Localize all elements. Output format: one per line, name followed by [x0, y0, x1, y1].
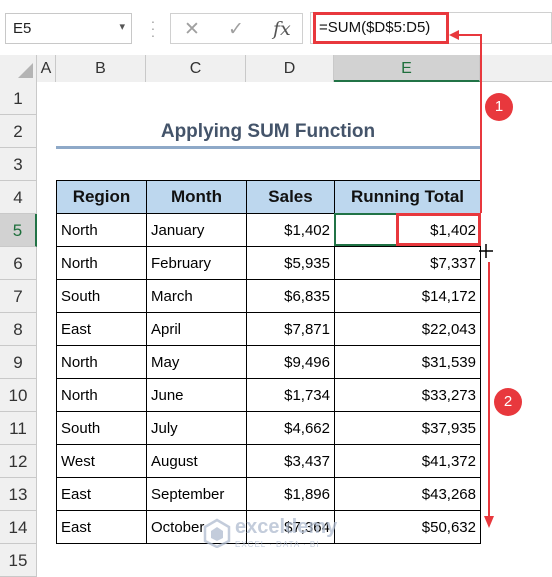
region-cell[interactable]: North [56, 213, 147, 247]
formula-buttons: ✕ ✓ fx [170, 13, 303, 44]
header-sales[interactable]: Sales [246, 180, 335, 214]
month-cell[interactable]: January [146, 213, 247, 247]
table-row: East April $7,871 $22,043 [56, 312, 481, 346]
column-header-e[interactable]: E [334, 55, 480, 82]
formula-highlight-box [313, 12, 449, 44]
resize-handle-icon[interactable]: · · · [145, 14, 161, 42]
region-cell[interactable]: North [56, 378, 147, 412]
row-header-1[interactable]: 1 [0, 82, 37, 115]
insert-function-icon[interactable]: fx [273, 18, 291, 40]
table-row: South July $4,662 $37,935 [56, 411, 481, 445]
region-cell[interactable]: West [56, 444, 147, 478]
month-cell[interactable]: September [146, 477, 247, 511]
header-row: Region Month Sales Running Total [56, 180, 481, 214]
running-total-cell[interactable]: $37,935 [334, 411, 481, 445]
cancel-icon[interactable]: ✕ [184, 18, 200, 41]
row-header-5[interactable]: 5 [0, 214, 37, 247]
fill-handle-cursor-icon [479, 244, 493, 258]
sales-cell[interactable]: $6,835 [246, 279, 335, 313]
name-box-value: E5 [13, 20, 32, 37]
month-cell[interactable]: August [146, 444, 247, 478]
column-header-c[interactable]: C [146, 55, 246, 82]
column-header-d[interactable]: D [246, 55, 334, 82]
running-total-cell[interactable]: $7,337 [334, 246, 481, 280]
step-badge-1: 1 [485, 93, 513, 121]
select-all-corner[interactable] [0, 55, 37, 82]
sales-cell[interactable]: $1,402 [246, 213, 335, 247]
row-header-13[interactable]: 13 [0, 478, 37, 511]
month-cell[interactable]: June [146, 378, 247, 412]
row-header-15[interactable]: 15 [0, 544, 37, 577]
region-cell[interactable]: East [56, 312, 147, 346]
column-header-b[interactable]: B [56, 55, 146, 82]
exceldemy-logo-icon [203, 518, 231, 548]
name-box[interactable]: E5 ▾ [5, 13, 132, 44]
row-header-14[interactable]: 14 [0, 511, 37, 544]
row-header-3[interactable]: 3 [0, 148, 37, 181]
sales-cell[interactable]: $5,935 [246, 246, 335, 280]
row-header-6[interactable]: 6 [0, 247, 37, 280]
running-total-cell[interactable]: $43,268 [334, 477, 481, 511]
step-badge-2: 2 [494, 388, 522, 416]
sales-cell[interactable]: $3,437 [246, 444, 335, 478]
row-header-9[interactable]: 9 [0, 346, 37, 379]
title-underline [56, 146, 480, 149]
row-header-7[interactable]: 7 [0, 280, 37, 313]
sales-cell[interactable]: $4,662 [246, 411, 335, 445]
running-total-cell[interactable]: $41,372 [334, 444, 481, 478]
sales-cell[interactable]: $9,496 [246, 345, 335, 379]
region-cell[interactable]: East [56, 510, 147, 544]
chevron-down-icon[interactable]: ▾ [119, 20, 125, 33]
table-row: East September $1,896 $43,268 [56, 477, 481, 511]
month-cell[interactable]: February [146, 246, 247, 280]
running-total-cell[interactable]: $14,172 [334, 279, 481, 313]
running-total-cell[interactable]: $22,043 [334, 312, 481, 346]
header-running-total[interactable]: Running Total [334, 180, 481, 214]
table-row: North May $9,496 $31,539 [56, 345, 481, 379]
highlight-box-e5 [396, 213, 481, 246]
running-total-cell[interactable]: $50,632 [334, 510, 481, 544]
header-region[interactable]: Region [56, 180, 147, 214]
sales-cell[interactable]: $7,871 [246, 312, 335, 346]
month-cell[interactable]: May [146, 345, 247, 379]
month-cell[interactable]: July [146, 411, 247, 445]
watermark-tagline: EXCEL · DATA · BI [235, 540, 320, 549]
running-total-cell[interactable]: $33,273 [334, 378, 481, 412]
table-row: West August $3,437 $41,372 [56, 444, 481, 478]
region-cell[interactable]: North [56, 345, 147, 379]
row-header-2[interactable]: 2 [0, 115, 37, 148]
table-row: North February $5,935 $7,337 [56, 246, 481, 280]
region-cell[interactable]: East [56, 477, 147, 511]
sales-cell[interactable]: $1,734 [246, 378, 335, 412]
table-row: North June $1,734 $33,273 [56, 378, 481, 412]
row-header-11[interactable]: 11 [0, 412, 37, 445]
enter-icon[interactable]: ✓ [228, 18, 244, 41]
region-cell[interactable]: South [56, 279, 147, 313]
region-cell[interactable]: North [56, 246, 147, 280]
watermark-logo: exceldemy EXCEL · DATA · BI [203, 514, 353, 554]
sheet-title[interactable]: Applying SUM Function [56, 115, 480, 148]
row-header-8[interactable]: 8 [0, 313, 37, 346]
table-row: South March $6,835 $14,172 [56, 279, 481, 313]
month-cell[interactable]: April [146, 312, 247, 346]
select-all-icon [18, 63, 33, 78]
header-month[interactable]: Month [146, 180, 247, 214]
fill-down-arrow-icon [484, 262, 494, 528]
running-total-cell[interactable]: $31,539 [334, 345, 481, 379]
sales-cell[interactable]: $1,896 [246, 477, 335, 511]
watermark-name: exceldemy [235, 516, 338, 538]
row-header-12[interactable]: 12 [0, 445, 37, 478]
month-cell[interactable]: March [146, 279, 247, 313]
region-cell[interactable]: South [56, 411, 147, 445]
row-header-10[interactable]: 10 [0, 379, 37, 412]
column-header-a[interactable]: A [37, 55, 56, 82]
row-header-4[interactable]: 4 [0, 181, 37, 214]
